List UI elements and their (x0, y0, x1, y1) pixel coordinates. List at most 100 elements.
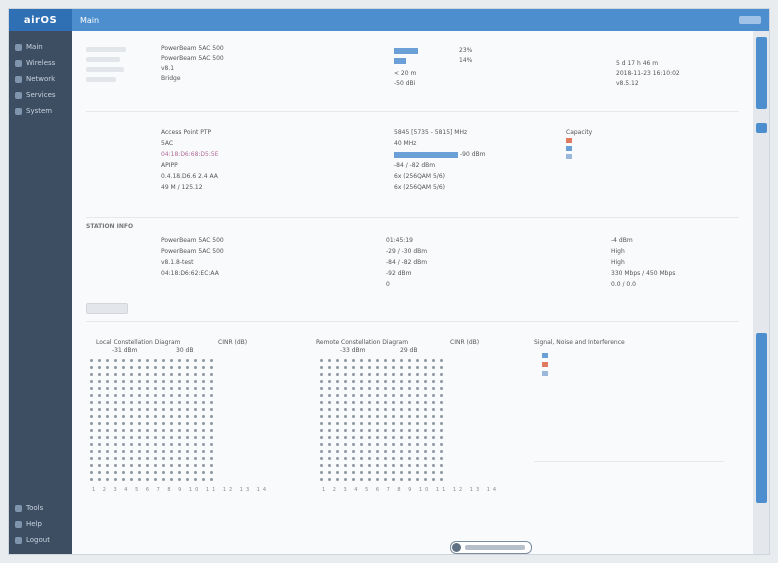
constellation-point (146, 450, 149, 453)
constellation-point (408, 478, 411, 481)
constellation-point (210, 359, 213, 362)
constellation-point (424, 450, 427, 453)
constellation-point (98, 457, 101, 460)
constellation-point (416, 401, 419, 404)
constellation-point (106, 394, 109, 397)
field-label (86, 47, 126, 52)
constellation-point (336, 408, 339, 411)
constellation-point (178, 464, 181, 467)
constellation-point (416, 359, 419, 362)
constellation-point (194, 394, 197, 397)
right-tab-2[interactable] (756, 123, 767, 133)
constellation-point (384, 401, 387, 404)
constellation-point (114, 359, 117, 362)
network-icon (15, 75, 22, 83)
constellation-point (122, 373, 125, 376)
constellation-point (440, 422, 443, 425)
refresh-button[interactable] (86, 303, 128, 314)
constellation-point (440, 394, 443, 397)
constellation-point (170, 436, 173, 439)
constellation-point (336, 457, 339, 460)
chain-signal: -84 / -82 dBm (394, 162, 436, 169)
constellation-point (368, 478, 371, 481)
constellation-point (138, 394, 141, 397)
constellation-point (384, 394, 387, 397)
constellation-point (400, 359, 403, 362)
sidebar-item-main[interactable]: Main (9, 39, 72, 55)
constellation-point (154, 464, 157, 467)
sidebar-item-help[interactable]: Help (9, 516, 72, 532)
constellation-point (344, 478, 347, 481)
legend-swatch (566, 138, 572, 143)
sidebar-item-logout[interactable]: Logout (9, 532, 72, 548)
constellation-point (114, 387, 117, 390)
constellation-point (368, 415, 371, 418)
constellation-point (440, 436, 443, 439)
constellation-point (320, 443, 323, 446)
constellation-point (194, 373, 197, 376)
mac-address[interactable]: 04:18:D6:68:D5:5E (161, 151, 219, 158)
constellation-point (352, 450, 355, 453)
constellation-point (376, 450, 379, 453)
constellation-point (202, 422, 205, 425)
constellation-point (122, 394, 125, 397)
constellation-point (432, 471, 435, 474)
constellation-point (328, 457, 331, 460)
constellation-point (114, 457, 117, 460)
right-tab-3[interactable] (756, 333, 767, 503)
sidebar-item-services[interactable]: Services (9, 87, 72, 103)
constellation-point (114, 464, 117, 467)
constellation-point (368, 380, 371, 383)
constellation-point (352, 443, 355, 446)
constellation-point (114, 408, 117, 411)
constellation-point (162, 401, 165, 404)
constellation-point (392, 464, 395, 467)
view-toggle[interactable] (450, 541, 532, 554)
constellation-point (130, 457, 133, 460)
constellation-point (352, 366, 355, 369)
frequency: 5845 [5735 - 5815] MHz (394, 129, 468, 136)
sidebar-item-system[interactable]: System (9, 103, 72, 119)
constellation-point (114, 415, 117, 418)
constellation-point (122, 443, 125, 446)
constellation-point (320, 380, 323, 383)
sidebar-item-tools[interactable]: Tools (9, 500, 72, 516)
constellation-point (162, 387, 165, 390)
constellation-point (114, 380, 117, 383)
constellation-point (336, 366, 339, 369)
constellation-point (424, 478, 427, 481)
constellation-point (154, 471, 157, 474)
user-menu-button[interactable] (739, 16, 761, 24)
constellation-point (90, 436, 93, 439)
constellation-point (416, 387, 419, 390)
constellation-point (384, 380, 387, 383)
constellation-point (368, 359, 371, 362)
constellation-point (440, 443, 443, 446)
right-tab-1[interactable] (756, 37, 767, 109)
constellation-point (146, 359, 149, 362)
constellation-point (106, 471, 109, 474)
constellation-point (384, 457, 387, 460)
sidebar-item-network[interactable]: Network (9, 71, 72, 87)
constellation-point (352, 422, 355, 425)
remote-name: PowerBeam 5AC 500 (161, 248, 224, 255)
constellation-point (424, 359, 427, 362)
constellation-point (210, 429, 213, 432)
constellation-point (186, 380, 189, 383)
constellation-point (130, 436, 133, 439)
constellation-point (440, 415, 443, 418)
constellation-point (328, 415, 331, 418)
constellation-point (178, 478, 181, 481)
constellation-point (178, 408, 181, 411)
constellation-point (90, 387, 93, 390)
constellation-point (114, 450, 117, 453)
constellation-point (440, 373, 443, 376)
constellation-point (384, 359, 387, 362)
constellation-point (146, 478, 149, 481)
constellation-point (178, 422, 181, 425)
device-name: PowerBeam 5AC 500 (161, 55, 224, 62)
constellation-point (186, 408, 189, 411)
constellation-point (146, 443, 149, 446)
sidebar-item-wireless[interactable]: Wireless (9, 55, 72, 71)
constellation-point (114, 366, 117, 369)
